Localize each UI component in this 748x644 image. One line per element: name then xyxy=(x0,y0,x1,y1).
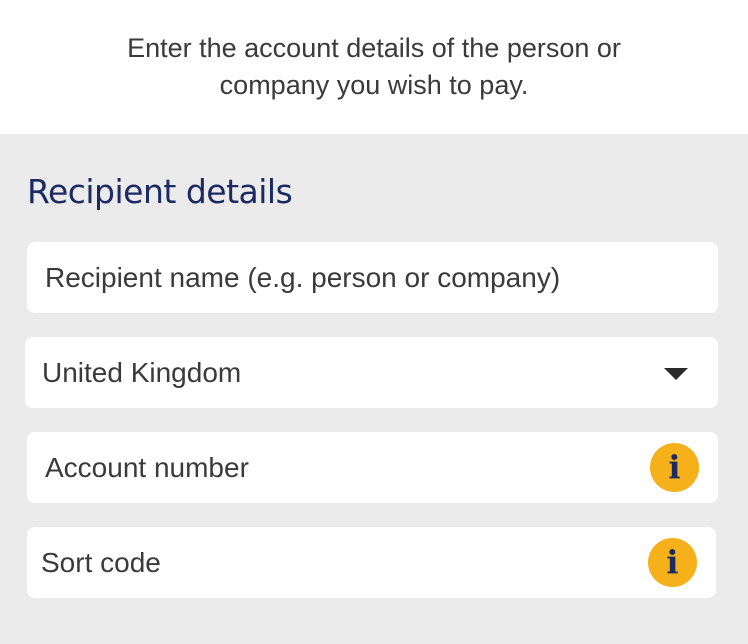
chevron-down-icon xyxy=(664,368,688,380)
intro-text: Enter the account details of the person … xyxy=(127,33,621,100)
account-number-placeholder: Account number xyxy=(45,451,249,483)
account-number-info-icon[interactable]: i xyxy=(650,443,699,492)
recipient-name-placeholder: Recipient name (e.g. person or company) xyxy=(45,261,561,293)
sort-code-input[interactable]: Sort code i xyxy=(27,527,716,598)
section-title: Recipient details xyxy=(27,172,293,211)
account-number-input[interactable]: Account number i xyxy=(27,432,718,503)
sort-code-info-icon[interactable]: i xyxy=(648,538,697,587)
country-select[interactable]: United Kingdom xyxy=(25,337,718,408)
intro-banner: Enter the account details of the person … xyxy=(0,0,748,134)
country-select-value: United Kingdom xyxy=(42,356,242,388)
recipient-details-form: Recipient details Recipient name (e.g. p… xyxy=(0,134,748,644)
recipient-name-input[interactable]: Recipient name (e.g. person or company) xyxy=(27,242,718,313)
sort-code-placeholder: Sort code xyxy=(41,546,161,578)
